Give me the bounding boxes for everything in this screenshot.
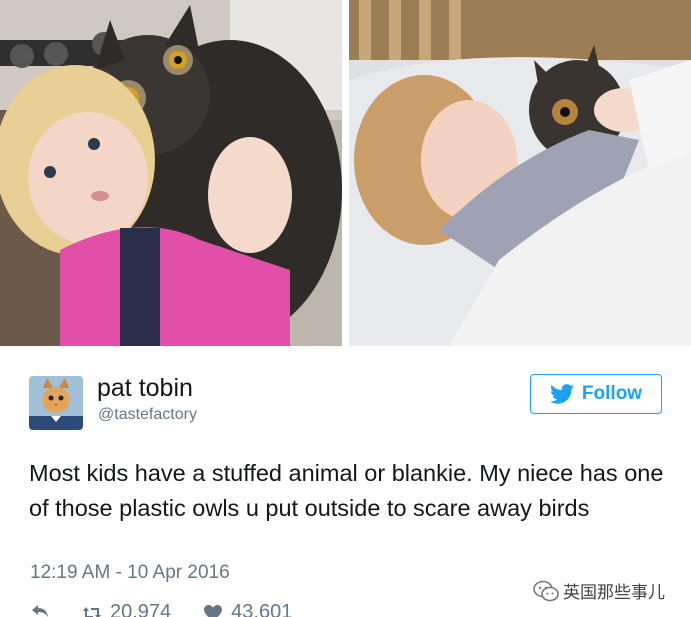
tweet-card: pat tobin @tastefactory Follow Most kids… [0, 346, 691, 617]
retweet-icon [83, 606, 101, 617]
reply-button[interactable] [30, 601, 50, 617]
twitter-bird-icon [549, 384, 574, 404]
photo-girl-sleeping-with-owl-image [349, 0, 691, 346]
photo-girl-hugging-owl-image [0, 0, 342, 346]
retweet-count: 20,974 [110, 601, 172, 617]
tweet-actions: 20,974 43,601 [30, 601, 324, 617]
photo-girl-sleeping-with-owl[interactable] [349, 0, 691, 346]
photo-divider [342, 0, 349, 346]
cat-avatar-image [29, 376, 83, 430]
follow-button-label: Follow [581, 383, 643, 404]
retweet-button[interactable]: 20,974 [82, 601, 171, 617]
tweet-timestamp[interactable]: 12:19 AM - 10 Apr 2016 [30, 562, 230, 584]
tweet-media [0, 0, 691, 346]
author-handle[interactable]: @tastefactory [98, 406, 197, 424]
like-button[interactable]: 43,601 [203, 601, 292, 617]
tweet-text: Most kids have a stuffed animal or blank… [29, 460, 664, 521]
avatar[interactable] [29, 376, 83, 430]
like-count: 43,601 [231, 601, 293, 617]
follow-button[interactable]: Follow [530, 374, 662, 414]
wechat-icon [533, 580, 559, 601]
photo-girl-hugging-owl[interactable] [0, 0, 342, 346]
watermark-text: 英国那些事儿 [563, 583, 665, 603]
author-name[interactable]: pat tobin [97, 374, 193, 403]
wechat-watermark: 英国那些事儿 [533, 578, 665, 603]
heart-icon [204, 604, 223, 617]
reply-icon [32, 605, 48, 617]
